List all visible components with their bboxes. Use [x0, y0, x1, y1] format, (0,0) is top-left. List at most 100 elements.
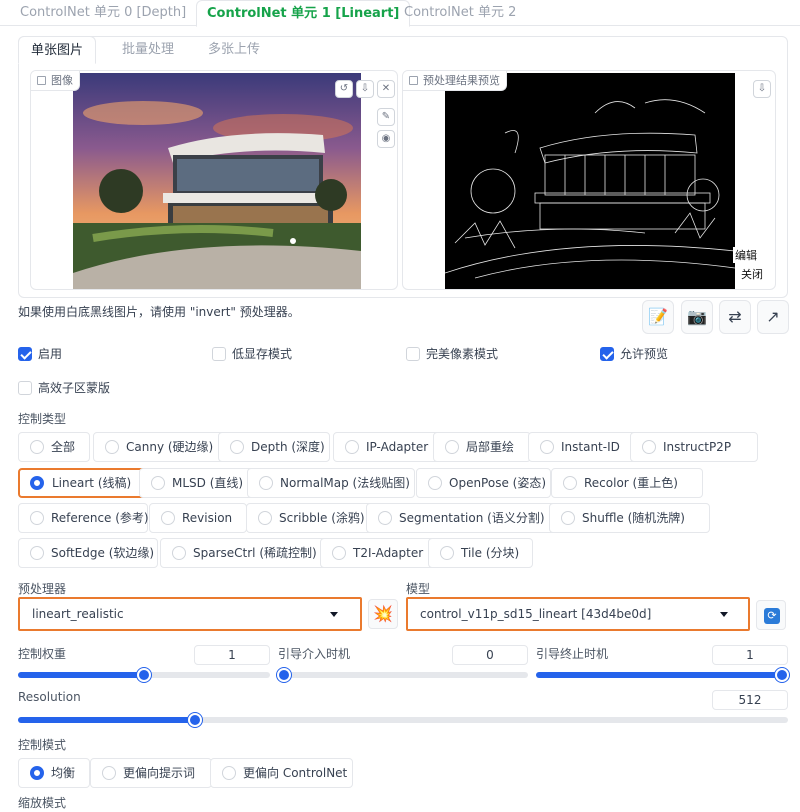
- radio-dot[interactable]: [259, 476, 273, 490]
- control-type-openpose[interactable]: OpenPose (姿态): [416, 468, 551, 498]
- control-type-reference[interactable]: Reference (参考): [18, 503, 149, 533]
- resolution-slider[interactable]: [18, 713, 788, 727]
- weight-slider[interactable]: [18, 668, 270, 682]
- checkbox-box[interactable]: [212, 347, 226, 361]
- slider-thumb[interactable]: [775, 668, 789, 682]
- radio-dot[interactable]: [378, 511, 392, 525]
- checkbox-box[interactable]: [18, 381, 32, 395]
- end-input[interactable]: 1: [712, 645, 788, 665]
- radio-dot[interactable]: [172, 546, 186, 560]
- tab-unit-2[interactable]: ControlNet 单元 2: [404, 0, 516, 26]
- send-dimensions-icon[interactable]: ↗: [757, 300, 789, 334]
- download-icon[interactable]: ⇩: [356, 80, 374, 98]
- low-vram-checkbox[interactable]: 低显存模式: [212, 346, 292, 362]
- radio-dot[interactable]: [30, 766, 44, 780]
- chevron-down-icon: [720, 612, 728, 617]
- radio-dot[interactable]: [102, 766, 116, 780]
- radio-dot[interactable]: [345, 440, 359, 454]
- control-type-ip-adapter[interactable]: IP-Adapter: [333, 432, 445, 462]
- pixel-perfect-checkbox[interactable]: 完美像素模式: [406, 346, 498, 362]
- tab-unit-1[interactable]: ControlNet 单元 1 [Lineart]: [196, 0, 411, 27]
- allow-preview-checkbox[interactable]: 允许预览: [600, 346, 668, 362]
- swap-icon[interactable]: ⇄: [719, 300, 751, 334]
- run-preprocessor-button[interactable]: 💥: [368, 599, 398, 629]
- radio-dot[interactable]: [30, 511, 44, 525]
- control-type-depth[interactable]: Depth (深度): [218, 432, 330, 462]
- start-input[interactable]: 0: [452, 645, 528, 665]
- radio-dot[interactable]: [642, 440, 656, 454]
- control-type-sparsectrl[interactable]: SparseCtrl (稀疏控制): [160, 538, 332, 568]
- control-type-revision[interactable]: Revision: [149, 503, 247, 533]
- radio-dot[interactable]: [230, 440, 244, 454]
- radio-dot[interactable]: [428, 476, 442, 490]
- control-type-canny[interactable]: Canny (硬边缘): [93, 432, 232, 462]
- image-icon: [37, 76, 46, 85]
- control-type-scribble[interactable]: Scribble (涂鸦): [246, 503, 381, 533]
- preview-image: [445, 73, 735, 289]
- tab-single-image[interactable]: 单张图片: [18, 36, 97, 64]
- control-type-tile[interactable]: Tile (分块): [428, 538, 533, 568]
- refresh-models-button[interactable]: ⟳: [756, 600, 786, 630]
- radio-dot[interactable]: [151, 476, 165, 490]
- end-slider[interactable]: [536, 668, 789, 682]
- slider-thumb[interactable]: [188, 713, 203, 727]
- enable-checkbox[interactable]: 启用: [18, 346, 62, 362]
- control-mode-balanced[interactable]: 均衡: [18, 758, 90, 788]
- control-type-softedge[interactable]: SoftEdge (软边缘): [18, 538, 158, 568]
- radio-dot[interactable]: [161, 511, 175, 525]
- tab-multi-upload[interactable]: 多张上传: [208, 36, 260, 64]
- control-type-t2i-adapter[interactable]: T2I-Adapter: [320, 538, 445, 568]
- radio-dot[interactable]: [105, 440, 119, 454]
- download-icon[interactable]: ⇩: [753, 80, 771, 98]
- weight-label: 控制权重: [18, 647, 67, 661]
- control-type-label: 控制类型: [18, 412, 67, 426]
- radio-dot[interactable]: [540, 440, 554, 454]
- preview-image-box[interactable]: 预处理结果预览 ⇩ 编辑 关闭: [402, 70, 776, 290]
- control-mode-prompt[interactable]: 更偏向提示词: [90, 758, 212, 788]
- tab-unit-0[interactable]: ControlNet 单元 0 [Depth]: [20, 0, 186, 26]
- input-image-box[interactable]: 图像 ↺ ⇩ ✕ ✎ ◉: [30, 70, 398, 290]
- start-slider[interactable]: [277, 668, 528, 682]
- control-type-segmentation[interactable]: Segmentation (语义分割): [366, 503, 558, 533]
- preprocessor-select[interactable]: lineart_realistic: [18, 597, 362, 631]
- control-type-shuffle[interactable]: Shuffle (随机洗牌): [549, 503, 710, 533]
- radio-dot[interactable]: [440, 546, 454, 560]
- brush-icon[interactable]: ✎: [377, 108, 395, 126]
- slider-thumb[interactable]: [137, 668, 151, 682]
- control-type-all[interactable]: 全部: [18, 432, 90, 462]
- efficient-mask-checkbox[interactable]: 高效子区蒙版: [18, 380, 110, 396]
- camera-icon[interactable]: 📷: [681, 300, 713, 334]
- checkbox-box[interactable]: [600, 347, 614, 361]
- model-select[interactable]: control_v11p_sd15_lineart [43d4be0d]: [406, 597, 750, 631]
- control-mode-controlnet[interactable]: 更偏向 ControlNet: [210, 758, 353, 788]
- slider-thumb[interactable]: [277, 668, 291, 682]
- rotate-icon[interactable]: ↺: [335, 80, 353, 98]
- edit-button[interactable]: 编辑: [733, 247, 759, 263]
- radio-dot[interactable]: [445, 440, 459, 454]
- radio-dot[interactable]: [222, 766, 236, 780]
- weight-input[interactable]: 1: [194, 645, 270, 665]
- resolution-input[interactable]: 512: [712, 690, 788, 710]
- control-type-instructp2p[interactable]: InstructP2P: [630, 432, 758, 462]
- radio-dot[interactable]: [561, 511, 575, 525]
- radio-dot[interactable]: [258, 511, 272, 525]
- checkbox-box[interactable]: [406, 347, 420, 361]
- control-type-recolor[interactable]: Recolor (重上色): [551, 468, 703, 498]
- radio-dot[interactable]: [563, 476, 577, 490]
- control-type-lineart[interactable]: Lineart (线稿): [18, 468, 150, 498]
- radio-dot[interactable]: [30, 546, 44, 560]
- control-type-inpaint[interactable]: 局部重绘: [433, 432, 531, 462]
- palette-icon[interactable]: ◉: [377, 130, 395, 148]
- chevron-down-icon: [330, 612, 338, 617]
- radio-dot[interactable]: [30, 440, 44, 454]
- close-icon[interactable]: ✕: [377, 80, 395, 98]
- tab-batch[interactable]: 批量处理: [122, 36, 174, 64]
- control-type-instant-id[interactable]: Instant-ID: [528, 432, 640, 462]
- notes-icon[interactable]: 📝: [642, 300, 674, 334]
- radio-dot[interactable]: [30, 476, 44, 490]
- radio-dot[interactable]: [332, 546, 346, 560]
- checkbox-box[interactable]: [18, 347, 32, 361]
- close-preview-button[interactable]: 关闭: [739, 266, 765, 282]
- control-type-mlsd[interactable]: MLSD (直线): [139, 468, 254, 498]
- control-type-normalmap[interactable]: NormalMap (法线贴图): [247, 468, 415, 498]
